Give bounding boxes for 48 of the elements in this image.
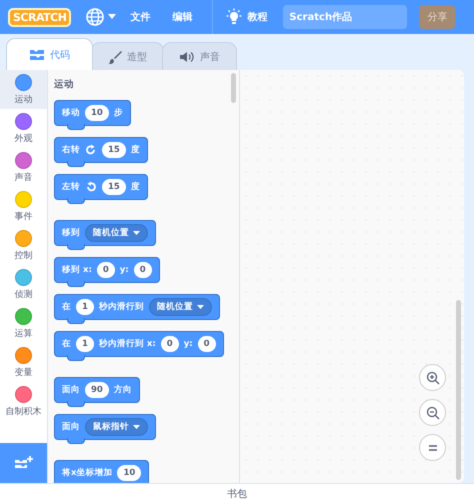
rotate-left-icon [85, 181, 97, 193]
backpack-bar[interactable]: 书包 [0, 483, 474, 504]
add-extension-button[interactable] [0, 443, 47, 483]
caret-icon [196, 304, 204, 310]
number-input[interactable]: 0 [96, 262, 115, 278]
number-input[interactable]: 15 [102, 142, 126, 158]
number-input[interactable]: 10 [85, 105, 109, 121]
caret-icon [108, 14, 116, 20]
category-item[interactable]: 自制积木 [0, 382, 47, 421]
language-button[interactable] [85, 7, 116, 27]
number-input[interactable]: 0 [134, 262, 152, 278]
category-item[interactable]: 变量 [0, 343, 47, 382]
speaker-icon [179, 50, 195, 62]
category-item[interactable]: 运算 [0, 304, 47, 343]
category-heading: 运动 [54, 78, 75, 91]
category-item[interactable]: 声音 [0, 148, 47, 187]
number-input[interactable]: 90 [85, 382, 109, 398]
globe-icon [85, 7, 106, 27]
dropdown-input[interactable]: 随机位置 [85, 224, 148, 242]
backpack-label: 书包 [227, 488, 247, 501]
scrollbar[interactable] [231, 73, 236, 103]
zoom-out-icon [426, 406, 440, 420]
code-blocks-icon [29, 48, 45, 60]
scrollbar[interactable] [456, 300, 461, 480]
dropdown-input[interactable]: 随机位置 [148, 298, 212, 316]
number-input[interactable]: 1 [76, 299, 94, 315]
zoom-in-icon [426, 370, 440, 384]
rotate-right-icon [85, 144, 97, 156]
zoom-out-button[interactable] [419, 399, 446, 426]
caret-icon [133, 424, 140, 430]
category-item[interactable]: 侦测 [0, 265, 47, 304]
dropdown-input[interactable]: 鼠标指针 [85, 418, 148, 436]
number-input[interactable]: 0 [160, 336, 179, 352]
category-item[interactable]: 控制 [0, 226, 47, 265]
equals-icon [426, 444, 438, 452]
category-item[interactable]: 事件 [0, 187, 47, 226]
category-item[interactable]: 运动 [0, 70, 47, 109]
category-item[interactable]: 外观 [0, 109, 47, 148]
lightbulb-icon [225, 8, 244, 26]
number-input[interactable]: 10 [117, 465, 142, 481]
paintbrush-icon [108, 50, 122, 64]
zoom-reset-button[interactable] [419, 434, 446, 461]
number-input[interactable]: 15 [102, 179, 126, 195]
zoom-in-button[interactable] [419, 364, 446, 391]
caret-icon [133, 230, 140, 236]
number-input[interactable]: 1 [76, 336, 94, 352]
extension-icon [14, 455, 34, 471]
number-input[interactable]: 0 [198, 336, 216, 352]
